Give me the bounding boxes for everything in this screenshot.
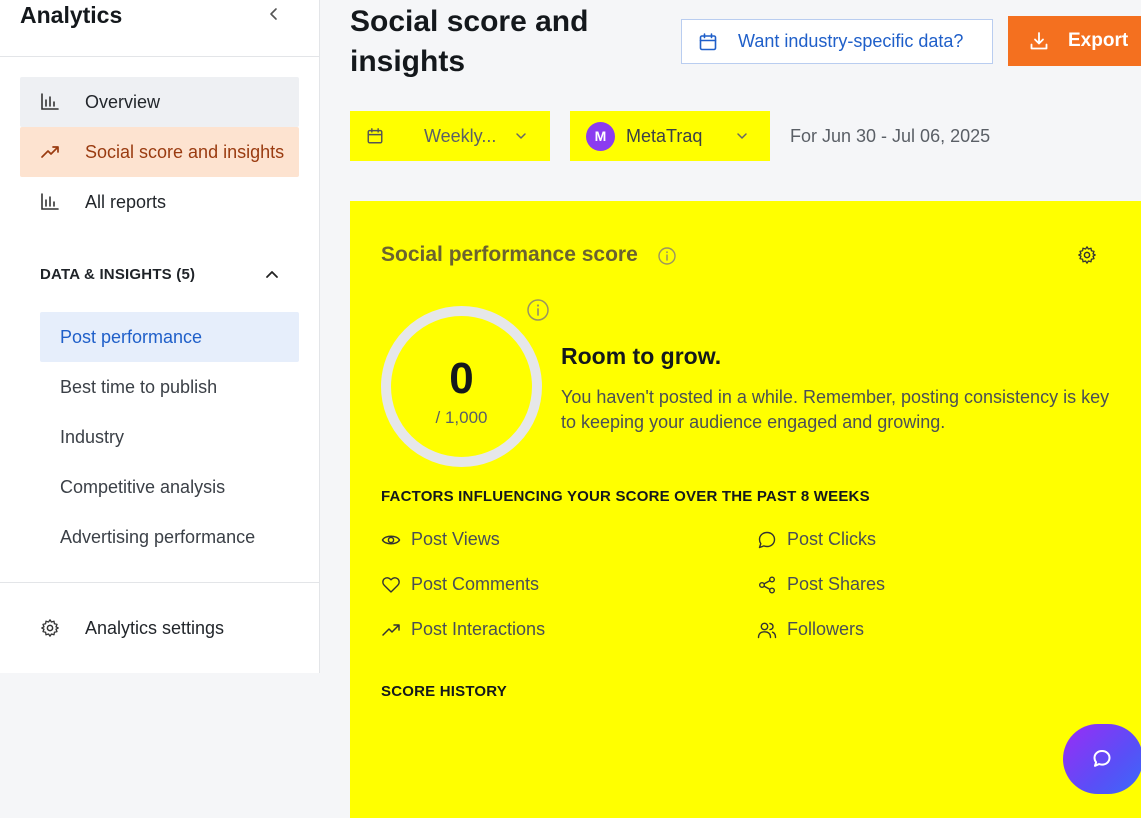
score-max: / 1,000: [435, 408, 488, 427]
nav-social-score-label: Social score and insights: [85, 141, 285, 162]
sidebar-item-best-time[interactable]: Best time to publish: [40, 362, 299, 412]
factor-post-views: Post Views: [381, 529, 500, 550]
bar-chart-icon: [41, 93, 59, 110]
industry-data-button-label: Want industry-specific data?: [738, 31, 964, 51]
download-icon: [1030, 32, 1048, 50]
chevron-down-icon: [737, 133, 748, 139]
factor-post-shares: Post Shares: [757, 574, 885, 595]
gear-icon[interactable]: [1077, 245, 1097, 265]
chevron-down-icon: [516, 133, 527, 139]
card-title: Social performance score: [381, 243, 638, 266]
period-select-value: Weekly...: [424, 125, 497, 146]
factor-label: Post Shares: [787, 574, 886, 594]
sidebar-item-label: Competitive analysis: [60, 476, 226, 497]
score-gauge: 0 / 1,000: [381, 306, 542, 467]
chevron-up-icon: [266, 270, 278, 278]
sidebar-item-label: Best time to publish: [60, 376, 218, 397]
chat-bubble-icon: [1093, 750, 1111, 767]
date-range-label: For Jun 30 - Jul 06, 2025: [790, 126, 991, 146]
sidebar-item-competitive-analysis[interactable]: Competitive analysis: [40, 462, 299, 512]
social-performance-card: Social performance score 0 / 1,000 Room …: [350, 201, 1141, 818]
sidebar-item-advertising-performance[interactable]: Advertising performance: [40, 512, 299, 562]
nav-all-reports-label: All reports: [85, 191, 167, 212]
factor-post-comments: Post Comments: [381, 574, 539, 595]
chat-bubble-icon: [758, 531, 776, 548]
gear-icon: [41, 619, 59, 637]
account-select-value: MetaTraq: [626, 125, 703, 146]
nav-analytics-settings-label: Analytics settings: [85, 617, 225, 638]
factor-post-clicks: Post Clicks: [757, 529, 876, 550]
sidebar-item-post-performance[interactable]: Post performance: [40, 312, 299, 362]
score-description: You haven't posted in a while. Remember,…: [561, 387, 1110, 432]
trending-up-icon: [41, 146, 59, 158]
export-button[interactable]: Export: [1008, 16, 1141, 66]
info-icon[interactable]: [526, 298, 550, 322]
account-avatar: M: [586, 121, 615, 151]
factor-label: Post Views: [411, 529, 500, 549]
factor-followers: Followers: [757, 619, 864, 640]
factor-label: Post Clicks: [787, 529, 877, 549]
sidebar-item-label: Advertising performance: [60, 526, 256, 547]
factors-heading: FACTORS INFLUENCING YOUR SCORE OVER THE …: [381, 488, 870, 505]
share-icon: [759, 576, 775, 593]
calendar-icon: [367, 128, 383, 144]
nav-overview-label: Overview: [85, 91, 161, 112]
eye-icon: [381, 535, 401, 544]
bar-chart-icon: [41, 193, 59, 210]
chat-launcher-button[interactable]: [1063, 724, 1141, 794]
industry-data-button[interactable]: Want industry-specific data?: [681, 19, 993, 64]
nav-all-reports[interactable]: All reports: [20, 177, 299, 227]
sidebar-item-label: Post performance: [60, 326, 203, 347]
factor-post-interactions: Post Interactions: [381, 619, 545, 640]
sidebar: Analytics Overview Social score and insi…: [0, 0, 320, 673]
sidebar-item-industry[interactable]: Industry: [40, 412, 299, 462]
score-headline: Room to grow.: [561, 343, 722, 369]
page-title: Social score and insights: [350, 5, 589, 78]
nav-overview[interactable]: Overview: [20, 77, 299, 127]
section-label: DATA & INSIGHTS (5): [40, 266, 196, 283]
chevron-left-icon[interactable]: [264, 4, 284, 24]
sidebar-header: Analytics: [0, 0, 319, 57]
calendar-icon: [699, 32, 717, 50]
trending-up-icon: [382, 623, 400, 636]
factor-label: Post Interactions: [411, 619, 546, 639]
info-icon[interactable]: [657, 246, 677, 266]
users-icon: [757, 622, 777, 638]
export-button-label: Export: [1068, 30, 1129, 51]
sidebar-title: Analytics: [20, 2, 123, 28]
period-select[interactable]: Weekly...: [350, 111, 550, 161]
heart-icon: [382, 576, 400, 593]
score-history-heading: SCORE HISTORY: [381, 683, 507, 700]
data-insights-section-toggle[interactable]: DATA & INSIGHTS (5): [40, 266, 280, 283]
score-value: 0: [449, 354, 474, 403]
factor-label: Followers: [787, 619, 865, 639]
nav-analytics-settings[interactable]: Analytics settings: [20, 603, 299, 653]
sidebar-item-label: Industry: [60, 426, 125, 447]
nav-social-score[interactable]: Social score and insights: [20, 127, 299, 177]
account-select[interactable]: M MetaTraq: [570, 111, 770, 161]
sidebar-divider: [0, 582, 320, 583]
factor-label: Post Comments: [411, 574, 540, 594]
